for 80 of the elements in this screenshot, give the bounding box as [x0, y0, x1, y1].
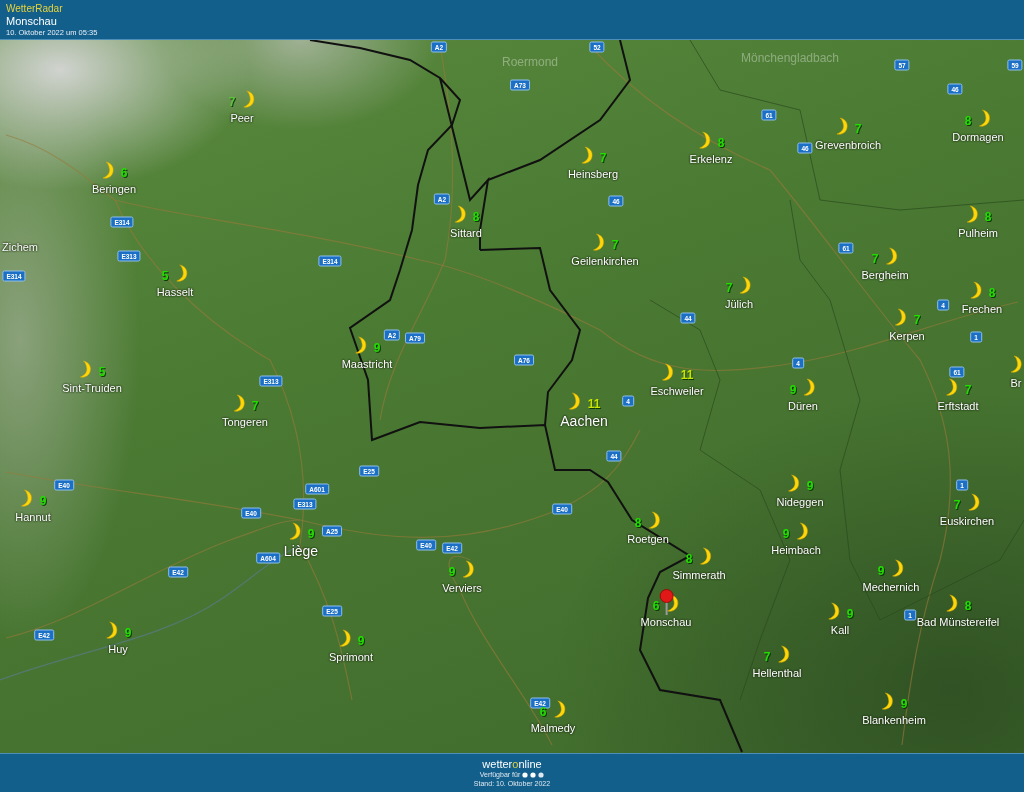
- city-name: Sittard: [450, 227, 482, 240]
- temperature-value: 7: [854, 122, 862, 136]
- city-name: Verviers: [442, 582, 482, 595]
- temperature-value: 7: [251, 399, 259, 413]
- city-name: Geilenkirchen: [571, 255, 639, 268]
- city-name: Euskirchen: [939, 515, 995, 528]
- temperature-value: 9: [782, 527, 790, 541]
- city-name: Br: [1010, 377, 1022, 390]
- temperature-value: 11: [587, 397, 601, 411]
- temperature-value: 7: [599, 151, 607, 165]
- temperature-value: 7: [871, 252, 879, 266]
- city-name: Liège: [283, 544, 319, 560]
- city-name: Heinsberg: [567, 168, 619, 181]
- city-name: Mönchengladbach: [740, 52, 840, 66]
- city-name: Bad Münstereifel: [916, 616, 1000, 629]
- city-name: Kall: [830, 624, 850, 637]
- city-name: Roetgen: [627, 533, 669, 546]
- temperature-value: 5: [161, 269, 169, 283]
- temperature-value: 9: [846, 607, 854, 621]
- city-name: Eschweiler: [650, 385, 704, 398]
- temperature-value: 8: [984, 210, 992, 224]
- city-name: Huy: [108, 643, 128, 656]
- temperature-value: 9: [789, 383, 797, 397]
- temperature-value: 7: [763, 650, 771, 664]
- city-name: Monschau: [640, 616, 692, 629]
- temperature-value: 9: [806, 479, 814, 493]
- temperature-value: 9: [307, 527, 315, 541]
- temperature-value: 8: [717, 136, 725, 150]
- city-name: Frechen: [961, 303, 1003, 316]
- city-name: Sint-Truiden: [62, 382, 122, 395]
- city-name: Erftstadt: [937, 400, 979, 413]
- city-name: Erkelenz: [689, 153, 733, 166]
- city-name: Hellenthal: [752, 667, 802, 680]
- temperature-value: 6: [120, 166, 128, 180]
- city-name: Bergheim: [861, 269, 909, 282]
- city-name: Nideggen: [776, 496, 824, 509]
- temperature-value: 8: [964, 599, 972, 613]
- location-name: Monschau: [6, 15, 57, 28]
- city-name: Hannut: [15, 511, 51, 524]
- temperature-value: 7: [913, 313, 921, 327]
- temperature-value: 9: [39, 494, 47, 508]
- app-title: WetterRadar: [6, 3, 63, 15]
- city-name: Kerpen: [889, 330, 925, 343]
- temperature-value: 9: [877, 564, 885, 578]
- city-name: Hasselt: [156, 286, 194, 299]
- city-name: Sprimont: [329, 651, 373, 664]
- city-name: Beringen: [92, 183, 136, 196]
- city-name: Peer: [230, 112, 254, 125]
- brand-logo: wetteronline: [482, 758, 542, 770]
- temperature-value: 7: [953, 498, 961, 512]
- temperature-value: 9: [373, 341, 381, 355]
- city-name: Zichem: [1, 241, 39, 254]
- temperature-value: 9: [357, 634, 365, 648]
- city-name: Heimbach: [771, 544, 821, 557]
- temperature-value: 11: [680, 368, 694, 382]
- city-name: Blankenheim: [862, 714, 926, 727]
- temperature-value: 8: [964, 114, 972, 128]
- city-name: Grevenbroich: [815, 139, 881, 152]
- city-name: Pulheim: [958, 227, 998, 240]
- city-name: Maastricht: [341, 358, 393, 371]
- temperature-value: 9: [124, 626, 132, 640]
- city-name: Jülich: [724, 298, 754, 311]
- city-name: Mechernich: [862, 581, 920, 594]
- temperature-value: 5: [98, 365, 106, 379]
- temperature-value: 9: [900, 697, 908, 711]
- temperature-value: 7: [228, 95, 236, 109]
- temperature-value: 9: [448, 565, 456, 579]
- temperature-value: 6: [652, 599, 660, 613]
- temperature-value: 8: [988, 286, 996, 300]
- city-name: Roermond: [502, 56, 558, 70]
- city-name: Dormagen: [952, 131, 1004, 144]
- city-name: Tongeren: [222, 416, 268, 429]
- temperature-value: 8: [472, 210, 480, 224]
- city-name: Düren: [788, 400, 818, 413]
- temperature-value: 7: [725, 281, 733, 295]
- temperature-value: 7: [611, 238, 619, 252]
- city-name: Aachen: [560, 414, 608, 430]
- temperature-value: 7: [964, 383, 972, 397]
- city-name: Malmedy: [530, 722, 576, 735]
- city-name: Simmerath: [672, 569, 726, 582]
